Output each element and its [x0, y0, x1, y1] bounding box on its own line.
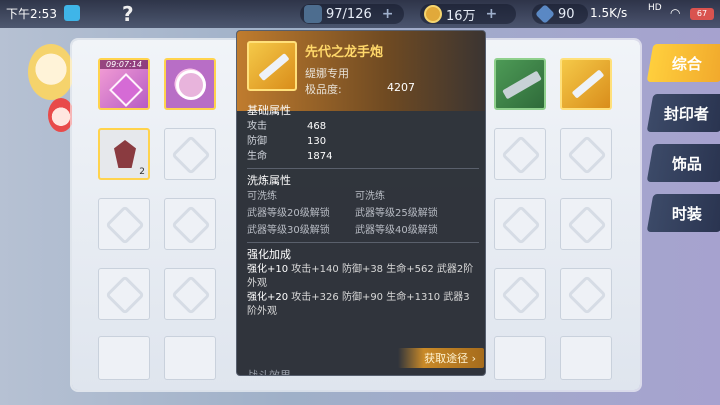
empty-slot[interactable] — [560, 128, 612, 180]
divider — [247, 242, 479, 243]
item-exclusive: 缇娜专用 — [305, 67, 349, 80]
stat-row: 生命 1874 — [247, 151, 333, 162]
item-count: 2 — [139, 167, 145, 177]
empty-slot-icon — [171, 275, 211, 315]
gold-coin-icon — [424, 5, 442, 23]
medal-icon — [176, 70, 206, 100]
wifi-icon: ◠ — [670, 6, 681, 20]
gem-counter[interactable]: 90 — [532, 4, 588, 24]
tab-costumes[interactable]: 时装 — [646, 194, 720, 232]
plus-icon[interactable]: + — [382, 6, 394, 22]
wash-attributes: 可洗练 可洗练 武器等级20级解锁 武器等级25级解锁 武器等级30级解锁 武器… — [247, 189, 479, 238]
tab-accessories[interactable]: 饰品 — [646, 144, 720, 182]
enhancement-row: 强化+20 攻击+326 防御+90 生命+1310 武器3阶外观 — [247, 292, 470, 317]
network-speed: 1.5K/s — [590, 6, 628, 20]
energy-icon — [304, 5, 322, 23]
item-slot-material[interactable]: 2 — [98, 128, 150, 180]
gem-value: 90 — [558, 6, 575, 22]
box-timer: 09:07:14 — [100, 60, 148, 69]
item-grade-label: 极品度: — [305, 83, 342, 96]
empty-slot[interactable] — [164, 336, 216, 380]
wash-slot: 武器等级30级解锁 — [247, 225, 330, 236]
empty-slot[interactable] — [98, 336, 150, 380]
plus-icon[interactable]: + — [486, 6, 498, 22]
wash-slot: 可洗练 — [247, 191, 277, 202]
empty-slot-icon — [567, 205, 607, 245]
empty-slot[interactable] — [494, 336, 546, 380]
stat-row: 攻击 468 — [247, 121, 327, 132]
empty-slot[interactable] — [98, 198, 150, 250]
stat-row: 防御 130 — [247, 136, 327, 147]
signal-icon: HD — [648, 3, 662, 13]
status-bar: 下午2:53 ? 97/126 + 16万 + 90 1.5K/s HD ◠ 6… — [0, 0, 720, 28]
energy-counter[interactable]: 97/126 + — [300, 4, 404, 24]
wash-slot: 可洗练 — [355, 191, 385, 202]
divider — [247, 168, 479, 169]
empty-slot[interactable] — [164, 268, 216, 320]
empty-slot-icon — [105, 275, 145, 315]
empty-slot[interactable] — [494, 198, 546, 250]
empty-slot[interactable] — [560, 268, 612, 320]
tab-sealers[interactable]: 封印者 — [646, 94, 720, 132]
empty-slot[interactable] — [560, 198, 612, 250]
weapon-icon — [571, 69, 605, 99]
help-icon[interactable]: ? — [122, 2, 134, 26]
wash-slot: 武器等级25级解锁 — [355, 208, 438, 219]
weapon-icon — [502, 70, 542, 100]
empty-slot-icon — [105, 205, 145, 245]
item-tooltip: 先代之龙手炮 缇娜专用 极品度: 4207 基础属性 攻击 468 防御 130 生… — [236, 30, 486, 376]
wash-slot: 武器等级40级解锁 — [355, 225, 438, 236]
material-icon — [114, 140, 136, 168]
empty-slot[interactable] — [164, 128, 216, 180]
mascot-avatar-small[interactable] — [48, 98, 74, 132]
tooltip-item-icon — [247, 41, 297, 91]
empty-slot[interactable] — [494, 268, 546, 320]
empty-slot[interactable] — [494, 128, 546, 180]
empty-slot[interactable] — [560, 336, 612, 380]
item-slot-weapon[interactable] — [494, 58, 546, 110]
empty-slot-icon — [501, 205, 541, 245]
battle-effect-title: 战斗效果 — [247, 369, 291, 376]
empty-slot-icon — [567, 275, 607, 315]
item-name: 先代之龙手炮 — [305, 45, 384, 60]
gold-value: 16万 — [446, 8, 476, 24]
empty-slot-icon — [171, 205, 211, 245]
gold-counter[interactable]: 16万 + — [420, 4, 516, 24]
item-slot-medal[interactable] — [164, 58, 216, 110]
get-path-button[interactable]: 获取途径 › — [398, 348, 484, 368]
enhancement-title: 强化加成 — [247, 248, 291, 261]
item-slot-mystery-box[interactable]: 09:07:14 — [98, 58, 150, 110]
enhancement-row: 强化+10 攻击+140 防御+38 生命+562 武器2阶外观 — [247, 264, 474, 289]
item-slot-weapon-selected[interactable] — [560, 58, 612, 110]
empty-slot-icon — [501, 275, 541, 315]
weapon-icon — [258, 53, 290, 81]
energy-value: 97/126 — [326, 6, 372, 22]
gem-icon — [535, 4, 555, 24]
empty-slot[interactable] — [164, 198, 216, 250]
item-grade-value: 4207 — [387, 81, 415, 94]
tab-all[interactable]: 综合 — [646, 44, 720, 82]
empty-slot-icon — [501, 135, 541, 175]
wash-slot: 武器等级20级解锁 — [247, 208, 330, 219]
empty-slot[interactable] — [98, 268, 150, 320]
base-attributes-title: 基础属性 — [247, 104, 291, 117]
clock: 下午2:53 — [6, 7, 57, 21]
empty-slot-icon — [567, 135, 607, 175]
wash-attributes-title: 洗炼属性 — [247, 174, 291, 187]
mascot-avatar[interactable] — [28, 44, 74, 100]
box-icon — [109, 73, 143, 107]
app-icon — [64, 5, 80, 21]
empty-slot-icon — [171, 135, 211, 175]
tooltip-body: 基础属性 攻击 468 防御 130 生命 1874 洗炼属性 可洗练 可洗练 武器等… — [247, 101, 479, 319]
battery-icon: 67 — [690, 8, 714, 20]
